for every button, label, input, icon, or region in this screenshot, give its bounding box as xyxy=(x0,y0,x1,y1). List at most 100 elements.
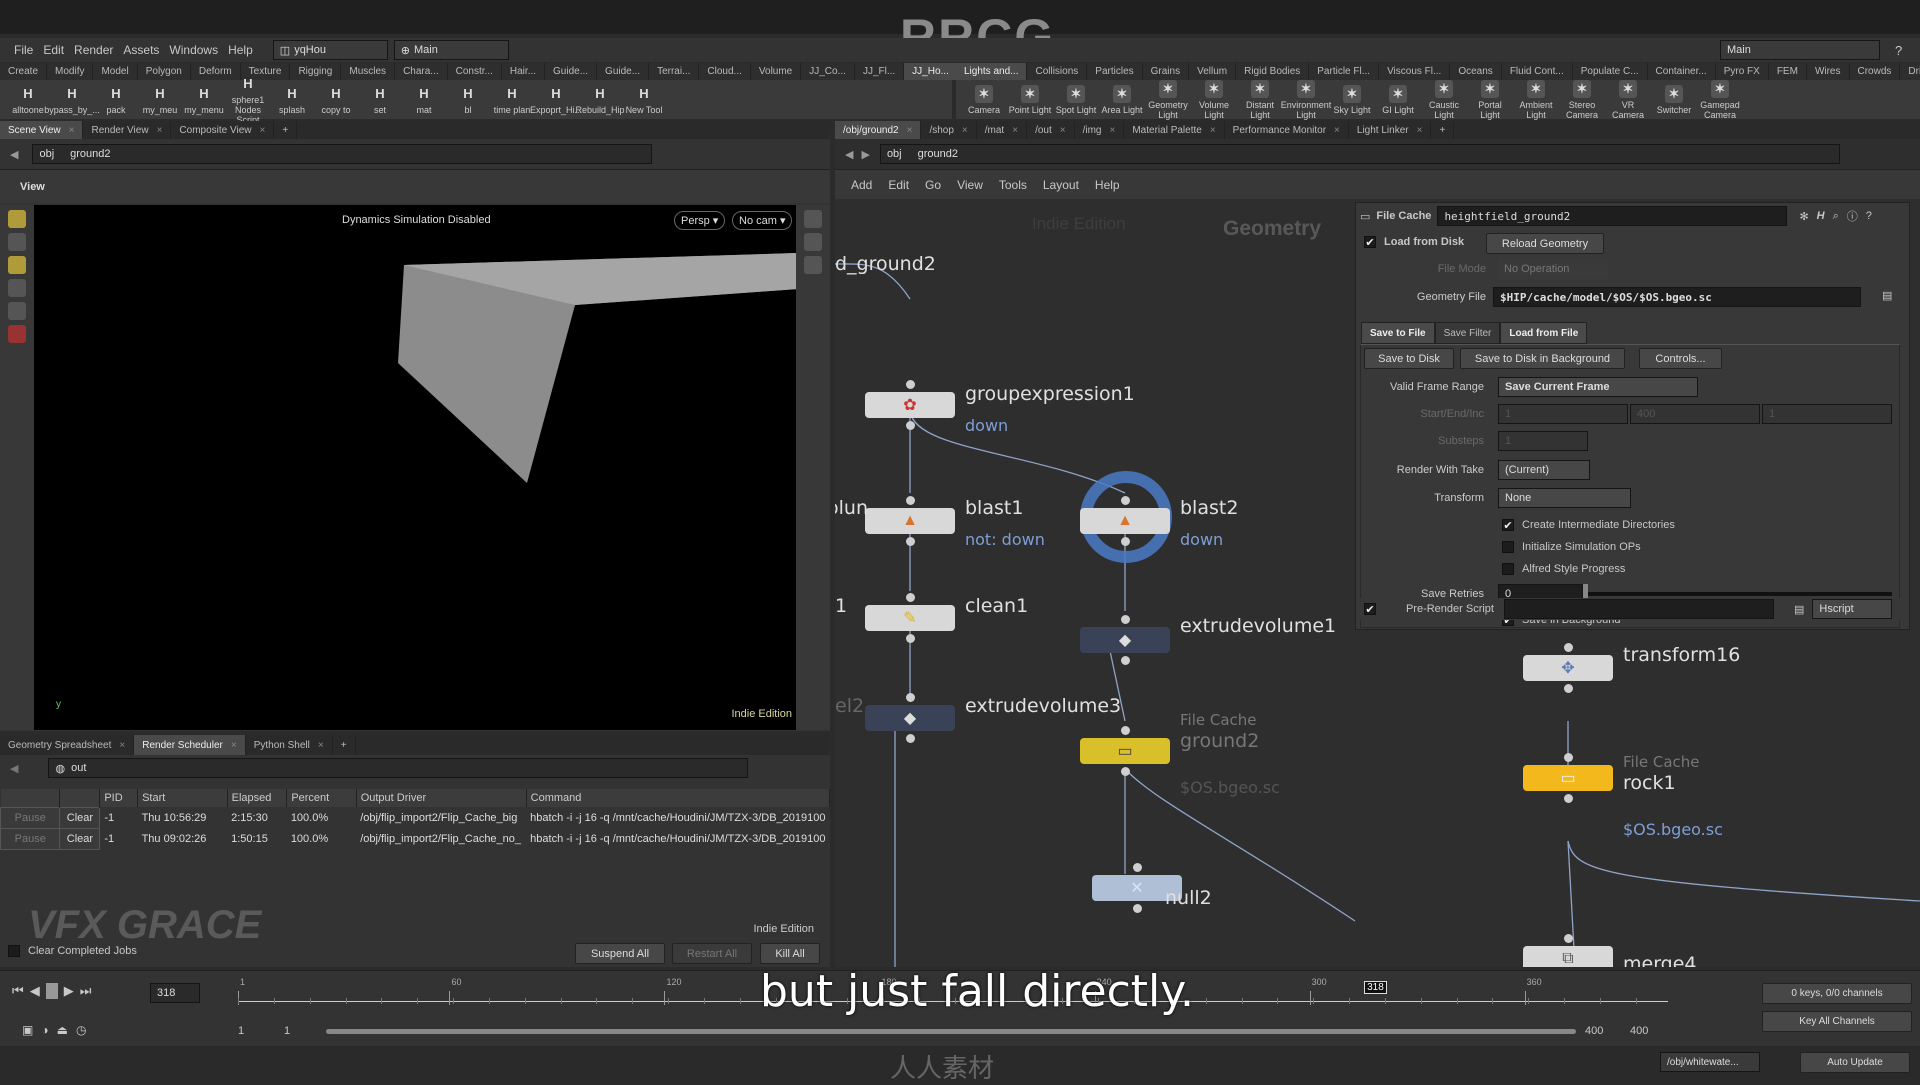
shelf-tab[interactable]: Rigging xyxy=(290,63,342,80)
add-tab-button[interactable]: + xyxy=(333,735,356,755)
pre-render-script-field[interactable] xyxy=(1504,599,1774,619)
close-tab-icon[interactable]: × xyxy=(1012,125,1018,136)
valid-frame-range-select[interactable]: Save Current Frame xyxy=(1498,377,1698,397)
realtime-icon[interactable]: ▣ xyxy=(22,1023,33,1037)
shelf-tool[interactable]: Hpack xyxy=(94,85,138,115)
pane-tab[interactable]: Material Palette × xyxy=(1124,121,1225,139)
shelf-tab[interactable]: Wires xyxy=(1807,63,1850,80)
pane-tab[interactable]: /mat × xyxy=(977,121,1028,139)
shelf-tool[interactable]: Hcopy to xyxy=(314,85,358,115)
shelf-tool[interactable]: Hbypass_by_... xyxy=(44,85,100,115)
shelf-tool[interactable]: ✶ Switcher xyxy=(1652,84,1696,115)
shelf-tool[interactable]: ✶ VR Camera xyxy=(1606,79,1650,120)
column-header[interactable]: Command xyxy=(526,789,831,807)
node-input[interactable] xyxy=(906,693,915,702)
snap-magnet-icon[interactable] xyxy=(8,325,26,343)
jump-end-icon[interactable]: ⏭ xyxy=(80,983,92,999)
node-label[interactable]: merge4 xyxy=(1623,953,1697,967)
node-merge4[interactable]: ⧉ xyxy=(1523,946,1613,967)
shelf-tab[interactable]: Drive Sim... xyxy=(1900,63,1920,80)
close-tab-icon[interactable]: × xyxy=(231,740,237,751)
node-input[interactable] xyxy=(906,593,915,602)
node-output[interactable] xyxy=(1121,767,1130,776)
toggle-checkbox[interactable] xyxy=(1502,541,1514,553)
node-rock1[interactable]: ▭ xyxy=(1523,765,1613,791)
stop-icon[interactable] xyxy=(45,983,58,999)
close-tab-icon[interactable]: × xyxy=(119,740,125,751)
shelf-tool[interactable]: H Rebuild_Hip xyxy=(575,85,624,115)
node-label[interactable]: rock1 xyxy=(1623,772,1676,794)
shelf-tab[interactable]: Polygon xyxy=(138,63,191,80)
restart-all-button[interactable]: Restart All xyxy=(672,943,752,964)
node-clean1[interactable]: ✎ xyxy=(865,605,955,631)
shelf-tab[interactable]: JJ_Ho... xyxy=(904,63,958,80)
menu-render[interactable]: Render xyxy=(74,43,113,57)
houdini-h-icon[interactable]: H xyxy=(1817,210,1825,222)
shelf-tab[interactable]: Hair... xyxy=(502,63,546,80)
file-mode-select[interactable]: No Operation xyxy=(1498,259,1608,279)
node-output[interactable] xyxy=(1564,794,1573,803)
pose-tool-icon[interactable] xyxy=(8,279,26,297)
select-tool-icon[interactable] xyxy=(8,210,26,228)
shelf-tab[interactable]: Collisions xyxy=(1027,63,1088,80)
shelf-tab[interactable]: Guide... xyxy=(545,63,598,80)
shelf-tool[interactable]: Hsphere1 Nodes Script xyxy=(226,75,270,125)
clipped-node-label[interactable]: 1 xyxy=(835,595,847,617)
step-back-icon[interactable]: ◀ xyxy=(30,983,40,999)
shelf-tab[interactable]: Crowds xyxy=(1850,63,1901,80)
pane-tab[interactable]: /img × xyxy=(1075,121,1125,139)
shelf-tab[interactable]: JJ_Co... xyxy=(801,63,855,80)
node-label[interactable]: groupexpression1 xyxy=(965,383,1135,405)
job-row[interactable]: Pause Clear -1 Thu 09:02:26 1:50:15 100.0% /ob… xyxy=(0,827,830,850)
menu-edit[interactable]: Edit xyxy=(43,43,64,57)
kill-all-button[interactable]: Kill All xyxy=(760,943,820,964)
node-blast1[interactable]: ▲ xyxy=(865,508,955,534)
shelf-tab[interactable]: Terrai... xyxy=(649,63,700,80)
pane-tab[interactable]: Scene View × xyxy=(0,121,84,139)
node-input[interactable] xyxy=(1564,753,1573,762)
shelf-tab[interactable]: Create xyxy=(0,63,48,80)
node-output[interactable] xyxy=(1121,537,1130,546)
pane-tab[interactable]: /out × xyxy=(1027,121,1075,139)
shelf-tool[interactable]: ✶ Area Light xyxy=(1100,84,1144,115)
clock-icon[interactable]: ◷ xyxy=(76,1023,86,1037)
shading-icon[interactable] xyxy=(804,256,822,274)
shelf-tab[interactable]: Particle Fl... xyxy=(1309,63,1380,80)
menu-windows[interactable]: Windows xyxy=(169,43,218,57)
node-extrudevolume3[interactable]: ◆ xyxy=(865,705,955,731)
shelf-tool[interactable]: Hmat xyxy=(402,85,446,115)
network-menu-edit[interactable]: Edit xyxy=(888,178,909,192)
geometry-file-field[interactable]: $HIP/cache/model/$OS/$OS.bgeo.sc xyxy=(1493,287,1861,307)
column-header[interactable]: Output Driver xyxy=(356,789,527,807)
keys-channels-display[interactable]: 0 keys, 0/0 channels xyxy=(1762,983,1912,1004)
shelf-tool[interactable]: ✶ Environment Light xyxy=(1281,79,1331,120)
network-menu-view[interactable]: View xyxy=(957,178,983,192)
range-end-field[interactable]: 400 xyxy=(1585,1025,1603,1037)
network-menu-tools[interactable]: Tools xyxy=(999,178,1027,192)
shelf-tab[interactable]: Model xyxy=(93,63,138,80)
column-header[interactable]: Start xyxy=(137,789,228,807)
job-clear[interactable]: Clear xyxy=(59,806,101,829)
shelf-tool[interactable]: ✶ Portal Light xyxy=(1468,79,1512,120)
shelf-tab[interactable]: Container... xyxy=(1648,63,1716,80)
shelf-tab[interactable]: Viscous Fl... xyxy=(1379,63,1451,80)
node-input[interactable] xyxy=(1133,863,1142,872)
inc-field[interactable]: 1 xyxy=(1762,404,1892,424)
range-slider[interactable] xyxy=(326,1029,1576,1034)
gear-icon[interactable]: ✻ xyxy=(1799,210,1808,223)
job-pause[interactable]: Pause xyxy=(0,806,61,829)
controls-button[interactable]: Controls... xyxy=(1639,348,1722,369)
node-input[interactable] xyxy=(1121,496,1130,505)
node-label[interactable]: transform16 xyxy=(1623,644,1740,666)
info-icon[interactable]: ⓘ xyxy=(1847,208,1858,224)
reload-geometry-button[interactable]: Reload Geometry xyxy=(1486,233,1604,254)
lock-tool-icon[interactable] xyxy=(8,302,26,320)
node-input[interactable] xyxy=(906,496,915,505)
suspend-all-button[interactable]: Suspend All xyxy=(575,943,665,964)
shelf-tool[interactable]: ✶ Geometry Light xyxy=(1146,79,1190,120)
help-icon[interactable]: ? xyxy=(1866,210,1872,222)
right-desktop-select[interactable]: Main xyxy=(1720,40,1880,60)
node-output[interactable] xyxy=(906,537,915,546)
shelf-tab[interactable]: Muscles xyxy=(341,63,396,80)
shelf-tool[interactable]: ✶ Stereo Camera xyxy=(1560,79,1604,120)
